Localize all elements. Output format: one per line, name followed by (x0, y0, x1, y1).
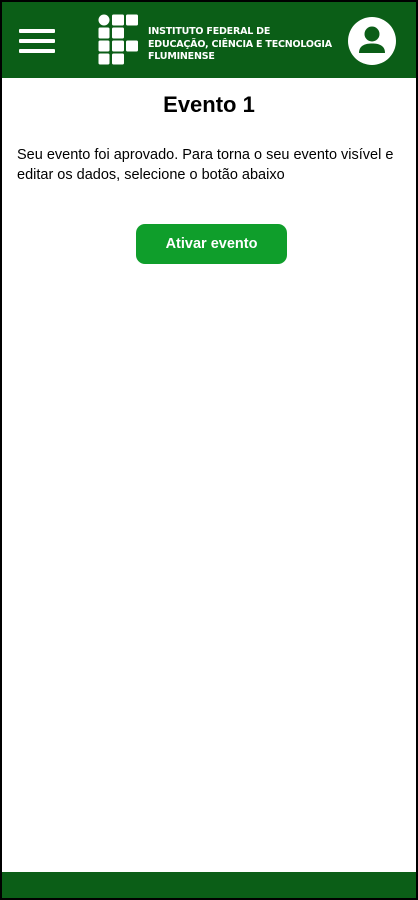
institution-name-line: FLUMINENSE (148, 51, 215, 62)
institution-name: INSTITUTO FEDERAL DE EDUCAÇÃO, CIÊNCIA E… (148, 26, 338, 64)
app-header: INSTITUTO FEDERAL DE EDUCAÇÃO, CIÊNCIA E… (2, 2, 416, 78)
activate-event-button[interactable]: Ativar evento (136, 224, 287, 264)
event-approved-message: Seu evento foi aprovado. Para torna o se… (17, 147, 394, 183)
app-frame: INSTITUTO FEDERAL DE EDUCAÇÃO, CIÊNCIA E… (0, 0, 418, 900)
page-title: Evento 1 (163, 92, 255, 117)
menu-bar (19, 39, 55, 43)
app-footer (2, 872, 416, 898)
ifluminense-logo-icon (98, 14, 138, 65)
institution-name-line: EDUCAÇÃO, CIÊNCIA E TECNOLOGIA (148, 38, 332, 50)
hamburger-menu-icon[interactable] (19, 26, 57, 56)
institution-name-line: INSTITUTO FEDERAL DE (148, 26, 271, 37)
user-avatar-icon[interactable] (348, 17, 396, 65)
menu-bar (19, 29, 55, 33)
menu-bar (19, 49, 55, 53)
